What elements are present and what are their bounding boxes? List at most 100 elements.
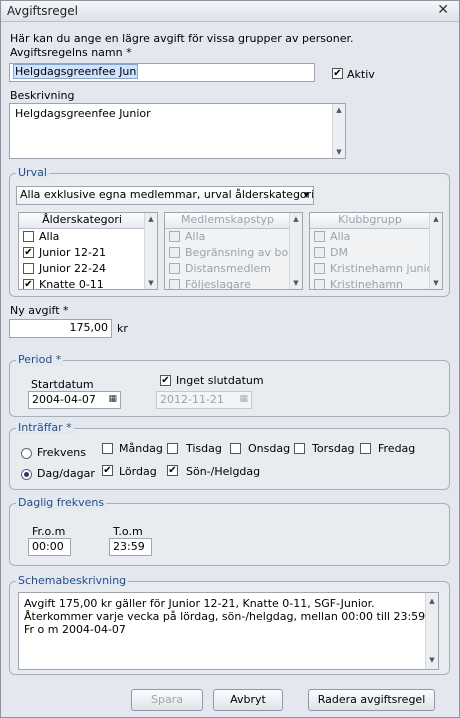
- period-title: Period *: [16, 353, 64, 366]
- item-checkbox: [169, 279, 180, 289]
- to-time-field[interactable]: 23:59: [109, 538, 152, 556]
- item-checkbox: [314, 263, 325, 274]
- calendar-icon[interactable]: ▦: [108, 394, 117, 404]
- schedule-scrollbar[interactable]: ▲ ▼: [425, 593, 438, 669]
- scroll-up-icon: ▲: [293, 215, 299, 223]
- friday-checkbox[interactable]: [360, 443, 371, 454]
- item-checkbox: [169, 247, 180, 258]
- radio-dot: [24, 472, 29, 477]
- scroll-down-icon: ▼: [293, 279, 299, 287]
- selection-dropdown-value: Alla exklusive egna medlemmar, urval åld…: [20, 188, 314, 201]
- list-item-label: Junior 22-24: [39, 262, 106, 275]
- close-icon[interactable]: ✕: [437, 2, 449, 18]
- active-checkbox[interactable]: ✔: [332, 68, 343, 79]
- fee-rule-dialog: Avgiftsregel ✕ Här kan du ange en lägre …: [0, 0, 460, 718]
- no-end-date-label: Inget slutdatum: [176, 374, 264, 387]
- start-date-field[interactable]: 2004-04-07 ▦: [28, 391, 121, 409]
- start-date-label: Startdatum: [31, 378, 94, 391]
- description-value: Helgdagsgreenfee Junior: [15, 107, 151, 120]
- end-date-field: 2012-11-21 ▦: [156, 391, 252, 409]
- club-list-scrollbar: ▲ ▼: [429, 213, 442, 289]
- delete-rule-button[interactable]: Radera avgiftsregel: [308, 689, 435, 711]
- scroll-down-icon[interactable]: ▼: [145, 279, 157, 287]
- frequency-radio[interactable]: [21, 448, 32, 459]
- scroll-up-icon: ▲: [433, 215, 439, 223]
- saturday-label: Lördag: [119, 465, 157, 478]
- tuesday-label: Tisdag: [186, 442, 222, 455]
- schedule-description-group: Schemabeskrivning Avgift 175,00 kr gälle…: [9, 574, 450, 675]
- item-checkbox: [314, 231, 325, 242]
- scroll-down-icon[interactable]: ▼: [426, 654, 438, 667]
- chevron-down-icon: ▾: [303, 188, 309, 201]
- calendar-icon: ▦: [239, 394, 248, 404]
- fee-value: 175,00: [69, 321, 109, 334]
- item-checkbox: [169, 231, 180, 242]
- to-time-value: 23:59: [113, 540, 145, 553]
- schedule-line: Avgift 175,00 kr gäller för Junior 12-21…: [24, 597, 375, 610]
- schedule-description-field[interactable]: Avgift 175,00 kr gäller för Junior 12-21…: [18, 592, 439, 670]
- list-item-label: Junior 12-21: [39, 246, 106, 259]
- wednesday-label: Onsdag: [248, 442, 291, 455]
- check-icon: ✔: [333, 68, 342, 79]
- item-checkbox: [314, 279, 325, 289]
- schedule-description-title: Schemabeskrivning: [16, 574, 129, 587]
- name-field[interactable]: Helgdagsgreenfee Jun: [9, 63, 315, 82]
- scroll-up-icon[interactable]: ▲: [426, 595, 438, 608]
- daily-frequency-group: Daglig frekvens Fr.o.m 00:00 T.o.m 23:59: [9, 496, 450, 566]
- selection-dropdown[interactable]: Alla exklusive egna medlemmar, urval åld…: [16, 186, 314, 205]
- check-icon: ✔: [161, 375, 170, 386]
- item-checkbox[interactable]: [23, 263, 34, 274]
- window-title: Avgiftsregel: [7, 4, 78, 18]
- list-item-label: Följeslagare: [185, 278, 251, 290]
- list-item-label: Kristinehamn junio: [330, 262, 434, 275]
- from-time-value: 00:00: [32, 540, 64, 553]
- scroll-up-icon[interactable]: ▲: [333, 106, 345, 114]
- frequency-label: Frekvens: [37, 446, 86, 459]
- item-checkbox[interactable]: ✔: [23, 247, 34, 258]
- membership-list-scrollbar: ▲ ▼: [289, 213, 302, 289]
- wednesday-checkbox[interactable]: [230, 443, 241, 454]
- sunday-holiday-checkbox[interactable]: ✔: [167, 465, 178, 476]
- friday-label: Fredag: [378, 442, 416, 455]
- item-checkbox[interactable]: ✔: [23, 279, 34, 290]
- days-radio[interactable]: [21, 469, 32, 480]
- selection-group: Urval Alla exklusive egna medlemmar, urv…: [9, 166, 450, 297]
- description-field[interactable]: Helgdagsgreenfee Junior ▲ ▼: [9, 103, 346, 159]
- check-icon: ✔: [24, 247, 33, 258]
- sunday-holiday-label: Sön-/Helgdag: [186, 465, 261, 478]
- scroll-down-icon[interactable]: ▼: [333, 148, 345, 156]
- fee-unit: kr: [117, 322, 128, 335]
- membership-type-list: Medlemskapstyp Alla Begränsning av bo Di…: [164, 212, 303, 290]
- title-bar: Avgiftsregel ✕: [1, 1, 459, 22]
- monday-label: Måndag: [119, 442, 163, 455]
- fee-field[interactable]: 175,00: [9, 319, 112, 338]
- item-checkbox[interactable]: [23, 231, 34, 242]
- from-time-label: Fr.o.m: [32, 525, 66, 538]
- club-group-header: Klubbgrupp: [310, 213, 430, 229]
- item-checkbox: [169, 263, 180, 274]
- save-button[interactable]: Spara: [131, 689, 203, 711]
- cancel-button[interactable]: Avbryt: [213, 689, 283, 711]
- name-value: Helgdagsgreenfee Jun: [13, 64, 139, 79]
- fee-label: Ny avgift *: [10, 304, 69, 317]
- from-time-field[interactable]: 00:00: [28, 538, 71, 556]
- start-date-value: 2004-04-07: [32, 393, 96, 406]
- tuesday-checkbox[interactable]: [167, 443, 178, 454]
- age-list-scrollbar[interactable]: ▲ ▼: [144, 213, 157, 289]
- intro-text: Här kan du ange en lägre avgift för viss…: [10, 32, 354, 45]
- list-item-label: Alla: [185, 230, 206, 243]
- saturday-checkbox[interactable]: ✔: [102, 465, 113, 476]
- check-icon: ✔: [168, 465, 177, 476]
- active-label: Aktiv: [347, 68, 375, 81]
- days-label: Dag/dagar: [37, 467, 95, 480]
- age-category-list[interactable]: Ålderskategori Alla ✔ Junior 12-21 Junio…: [18, 212, 158, 290]
- description-label: Beskrivning: [10, 89, 75, 102]
- no-end-date-checkbox[interactable]: ✔: [160, 375, 171, 386]
- age-category-header: Ålderskategori: [19, 213, 145, 229]
- scroll-up-icon[interactable]: ▲: [145, 215, 157, 223]
- thursday-checkbox[interactable]: [294, 443, 305, 454]
- monday-checkbox[interactable]: [102, 443, 113, 454]
- list-item-label: Begränsning av bo: [185, 246, 289, 259]
- description-scrollbar[interactable]: ▲ ▼: [332, 104, 345, 158]
- check-icon: ✔: [24, 279, 33, 290]
